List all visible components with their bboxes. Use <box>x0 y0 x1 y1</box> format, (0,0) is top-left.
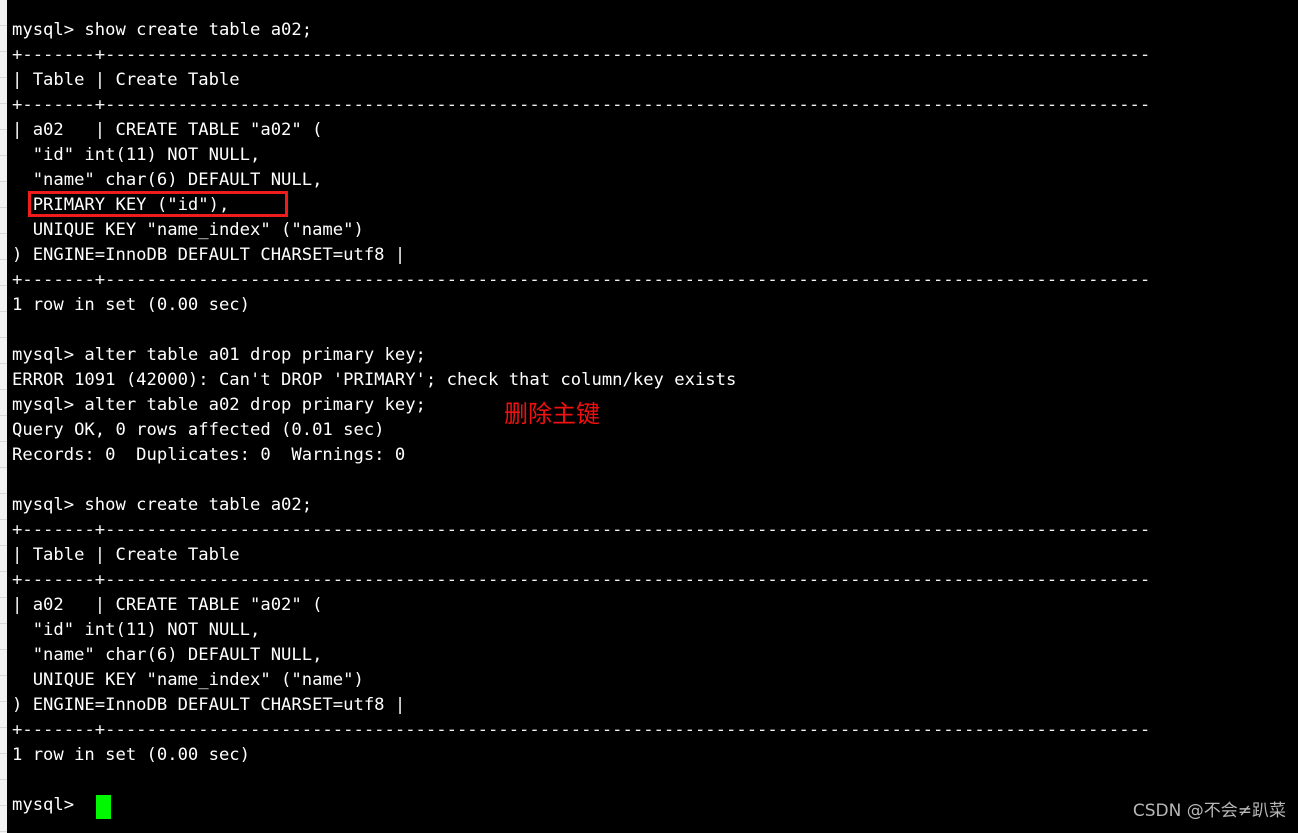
drop-primary-key-annotation: 删除主键 <box>504 400 600 428</box>
terminal-line: ) ENGINE=InnoDB DEFAULT CHARSET=utf8 | <box>12 245 406 265</box>
terminal-line: mysql> <box>12 795 85 815</box>
terminal-line: +-------+-------------------------------… <box>12 45 1151 65</box>
terminal-line: +-------+-------------------------------… <box>12 270 1151 290</box>
terminal-screenshot: mysql> show create table a02; +-------+--… <box>0 0 1298 833</box>
csdn-watermark: CSDN @不会≠趴菜 <box>1132 801 1286 821</box>
terminal-line: ) ENGINE=InnoDB DEFAULT CHARSET=utf8 | <box>12 695 406 715</box>
terminal-line: "name" char(6) DEFAULT NULL, <box>12 645 323 665</box>
terminal-line: +-------+-------------------------------… <box>12 570 1151 590</box>
page-edge-strip <box>0 0 7 833</box>
terminal-line: | Table | Create Table <box>12 545 240 565</box>
terminal-line: +-------+-------------------------------… <box>12 95 1151 115</box>
terminal-line: UNIQUE KEY "name_index" ("name") <box>12 670 364 690</box>
terminal-line: mysql> show create table a02; <box>12 20 313 40</box>
terminal-line: Query OK, 0 rows affected (0.01 sec) <box>12 420 385 440</box>
terminal-line: "name" char(6) DEFAULT NULL, <box>12 170 323 190</box>
terminal-line: 1 row in set (0.00 sec) <box>12 745 250 765</box>
terminal-line: 1 row in set (0.00 sec) <box>12 295 250 315</box>
terminal-line: UNIQUE KEY "name_index" ("name") <box>12 220 364 240</box>
terminal-cursor <box>96 795 111 819</box>
terminal-line: | Table | Create Table <box>12 70 240 90</box>
terminal-line: "id" int(11) NOT NULL, <box>12 620 261 640</box>
terminal-line: +-------+-------------------------------… <box>12 720 1151 740</box>
terminal-line: mysql> alter table a01 drop primary key; <box>12 345 426 365</box>
terminal-line: mysql> show create table a02; <box>12 495 313 515</box>
terminal-line: | a02 | CREATE TABLE "a02" ( <box>12 120 323 140</box>
terminal-line: ERROR 1091 (42000): Can't DROP 'PRIMARY'… <box>12 370 737 390</box>
terminal-line: PRIMARY KEY ("id"), <box>12 195 230 215</box>
terminal-output[interactable]: mysql> show create table a02; +-------+--… <box>0 0 1298 833</box>
terminal-line: mysql> alter table a02 drop primary key; <box>12 395 426 415</box>
terminal-line: +-------+-------------------------------… <box>12 520 1151 540</box>
terminal-line: | a02 | CREATE TABLE "a02" ( <box>12 595 323 615</box>
terminal-line: Records: 0 Duplicates: 0 Warnings: 0 <box>12 445 406 465</box>
terminal-line: "id" int(11) NOT NULL, <box>12 145 261 165</box>
